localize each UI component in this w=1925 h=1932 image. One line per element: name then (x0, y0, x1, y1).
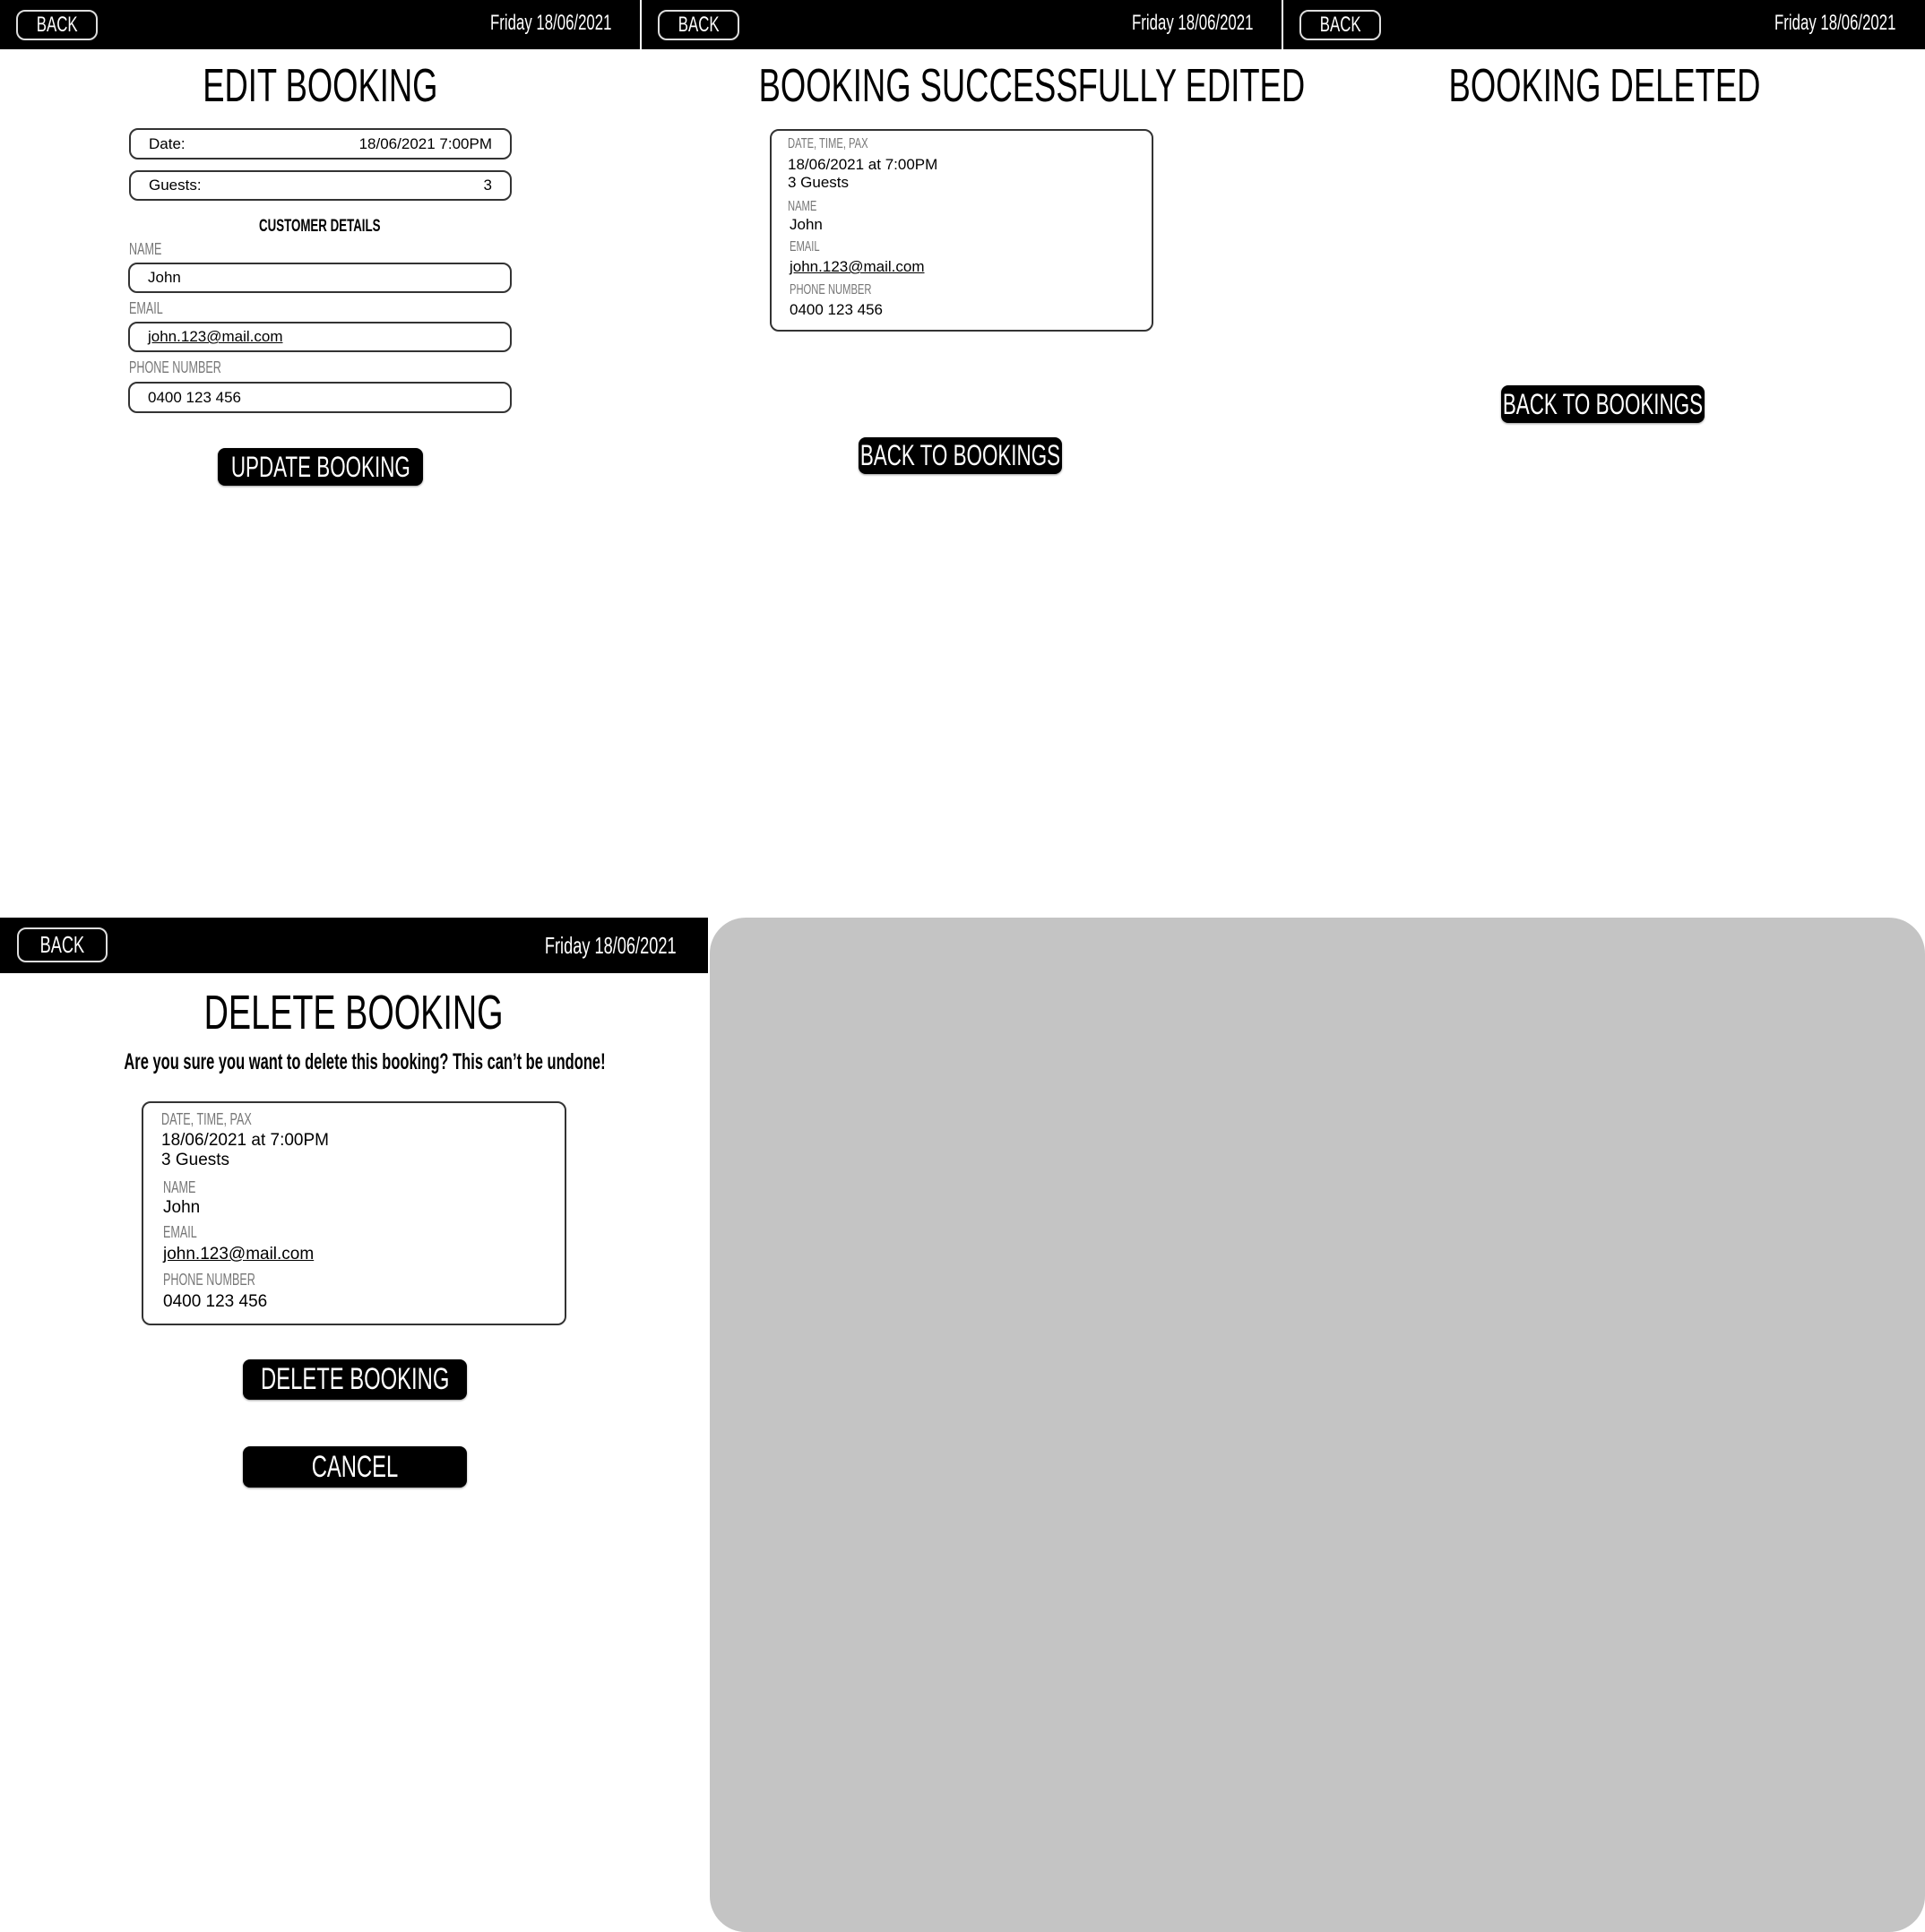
email-label: EMAIL (129, 299, 163, 317)
phone-label: PHONE NUMBER (790, 282, 872, 298)
header-date: Friday 18/06/2021 (489, 11, 611, 35)
page-title: BOOKING DELETED (1448, 60, 1760, 112)
header-date: Friday 18/06/2021 (545, 932, 677, 959)
booking-email[interactable]: john.123@mail.com (163, 1245, 314, 1264)
name-label: NAME (788, 199, 817, 214)
back-button[interactable]: BACK (16, 10, 98, 40)
phone-label: PHONE NUMBER (163, 1271, 255, 1289)
name-label: NAME (163, 1178, 196, 1196)
back-button[interactable]: BACK (1299, 10, 1381, 40)
booking-phone: 0400 123 456 (163, 1292, 268, 1311)
date-field[interactable]: Date: 18/06/2021 7:00PM (129, 128, 512, 160)
booking-name: John (790, 216, 823, 233)
delete-booking-button[interactable]: DELETE BOOKING (243, 1359, 467, 1400)
booking-phone: 0400 123 456 (790, 301, 883, 318)
email-label: EMAIL (790, 239, 820, 254)
page-title: EDIT BOOKING (202, 60, 438, 112)
header-date: Friday 18/06/2021 (1774, 11, 1895, 35)
section-title: CUSTOMER DETAILS (259, 217, 381, 236)
booking-guests: 3 Guests (788, 174, 850, 191)
empty-placeholder-area (710, 918, 1925, 1932)
guests-field[interactable]: Guests: 3 (129, 170, 512, 201)
phone-label: PHONE NUMBER (129, 358, 221, 376)
booking-name: John (163, 1198, 201, 1217)
cancel-button[interactable]: CANCEL (243, 1446, 467, 1488)
dtp-label: DATE, TIME, PAX (161, 1110, 252, 1128)
booking-summary-card: DATE, TIME, PAX 18/06/2021 at 7:00PM 3 G… (142, 1101, 566, 1325)
back-to-bookings-button[interactable]: BACK TO BOOKINGS (859, 437, 1062, 474)
back-button[interactable]: BACK (17, 927, 108, 962)
name-input[interactable]: John (128, 263, 512, 293)
phone-input[interactable]: 0400 123 456 (128, 382, 512, 413)
booking-datetime: 18/06/2021 at 7:00PM (161, 1131, 329, 1150)
dtp-label: DATE, TIME, PAX (788, 136, 868, 151)
email-input[interactable]: john.123@mail.com (128, 322, 512, 352)
page-title: DELETE BOOKING (204, 986, 504, 1039)
page-title: BOOKING SUCCESSFULLY EDITED (758, 60, 1306, 112)
back-button[interactable]: BACK (658, 10, 739, 40)
booking-guests: 3 Guests (161, 1151, 230, 1169)
booking-email[interactable]: john.123@mail.com (790, 258, 925, 276)
name-label: NAME (129, 240, 162, 258)
booking-summary-card: DATE, TIME, PAX 18/06/2021 at 7:00PM 3 G… (770, 129, 1153, 332)
header-date: Friday 18/06/2021 (1131, 11, 1253, 35)
back-to-bookings-button[interactable]: BACK TO BOOKINGS (1501, 385, 1705, 423)
email-label: EMAIL (163, 1223, 197, 1241)
booking-datetime: 18/06/2021 at 7:00PM (788, 156, 938, 173)
update-booking-button[interactable]: UPDATE BOOKING (218, 448, 423, 486)
confirm-question: Are you sure you want to delete this boo… (124, 1049, 606, 1074)
